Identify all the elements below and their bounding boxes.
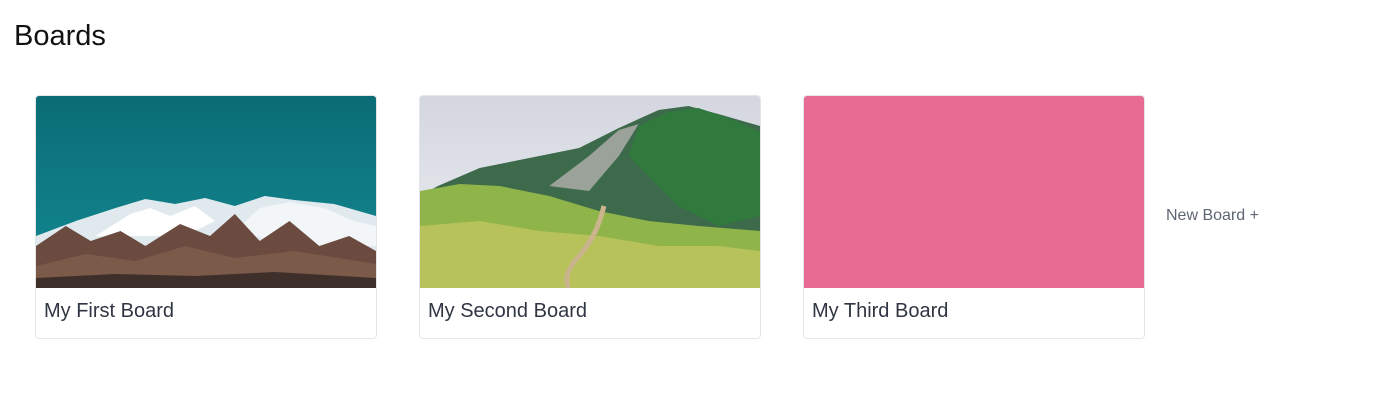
page-title: Boards <box>14 20 106 52</box>
board-name: My Third Board <box>812 300 949 322</box>
board-name: My Second Board <box>428 300 587 322</box>
board-cover-color <box>804 96 1144 288</box>
board-name: My First Board <box>44 300 175 322</box>
board-cover-image <box>36 96 376 288</box>
board-card-third[interactable]: My Third Board <box>803 95 1145 339</box>
board-card-first[interactable]: My First Board <box>35 95 377 339</box>
board-list: My First Board My Second Board My Third … <box>35 95 1187 339</box>
new-board-button[interactable]: New Board + <box>1166 207 1259 225</box>
board-cover-image <box>420 96 760 288</box>
board-card-second[interactable]: My Second Board <box>419 95 761 339</box>
